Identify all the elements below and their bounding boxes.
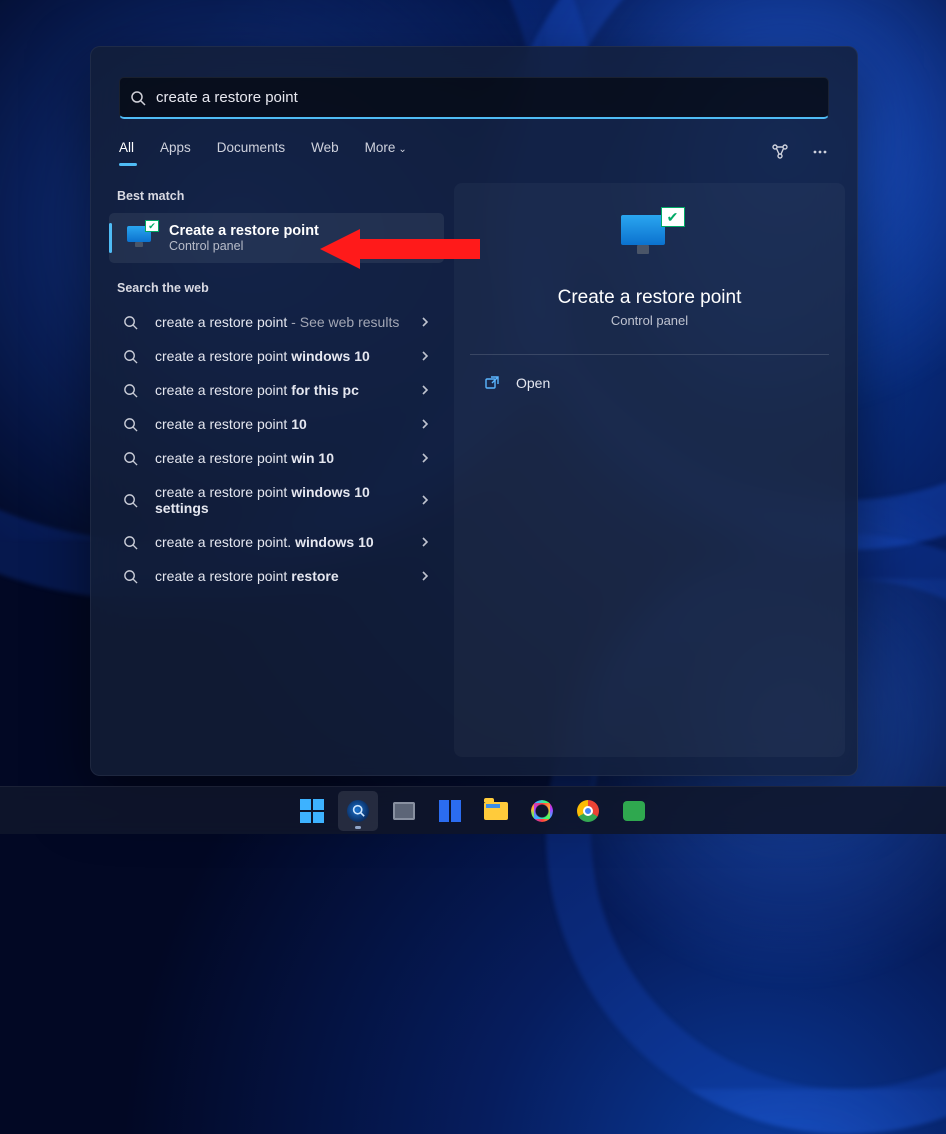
web-result-text: create a restore point. windows 10 [155,534,420,550]
detail-pane: ✔ Create a restore point Control panel O… [454,183,845,757]
search-web-label: Search the web [109,263,444,305]
tab-apps[interactable]: Apps [160,140,191,165]
chevron-right-icon [420,453,430,463]
chevron-right-icon [420,351,430,361]
open-label: Open [516,375,550,391]
start-search-panel: All Apps Documents Web More⌄ Best match [90,46,858,776]
chevron-right-icon [420,537,430,547]
restore-point-icon: ✔ [127,226,155,250]
taskbar-search-button[interactable] [338,791,378,831]
search-box[interactable] [119,77,829,119]
tab-documents[interactable]: Documents [217,140,285,165]
web-result[interactable]: create a restore point windows 10 settin… [109,475,444,525]
web-result-text: create a restore point windows 10 [155,348,420,364]
divider [470,354,829,355]
web-result[interactable]: create a restore point 10 [109,407,444,441]
search-box-container [91,47,857,131]
web-result-text: create a restore point restore [155,568,420,584]
web-result[interactable]: create a restore point - See web results [109,305,444,339]
search-icon [123,315,139,330]
detail-subtitle: Control panel [611,313,688,328]
web-result[interactable]: create a restore point restore [109,559,444,593]
best-match-subtitle: Control panel [169,239,319,253]
open-action[interactable]: Open [470,365,829,401]
share-icon[interactable] [771,143,789,161]
filter-tabs: All Apps Documents Web More⌄ [91,131,857,173]
chevron-right-icon [420,419,430,429]
search-input[interactable] [156,89,818,106]
search-icon [123,383,139,398]
web-result-text: create a restore point 10 [155,416,420,432]
detail-title: Create a restore point [558,287,742,309]
search-icon [130,90,146,106]
chrome-button[interactable] [568,791,608,831]
chevron-right-icon [420,385,430,395]
web-result[interactable]: create a restore point win 10 [109,441,444,475]
search-icon [123,493,139,508]
restore-point-icon-large: ✔ [621,215,679,265]
taskbar-app-green[interactable] [614,791,654,831]
web-result[interactable]: create a restore point windows 10 [109,339,444,373]
search-icon [123,451,139,466]
tab-more[interactable]: More⌄ [365,140,407,165]
best-match-label: Best match [109,183,444,213]
task-view-button[interactable] [384,791,424,831]
web-result[interactable]: create a restore point for this pc [109,373,444,407]
taskbar-app-panels[interactable] [430,791,470,831]
file-explorer-button[interactable] [476,791,516,831]
open-icon [484,375,500,391]
web-result-text: create a restore point - See web results [155,314,420,330]
web-result-text: create a restore point windows 10 settin… [155,484,420,516]
web-result-text: create a restore point win 10 [155,450,420,466]
search-icon [123,417,139,432]
chevron-right-icon [420,571,430,581]
chevron-right-icon [420,495,430,505]
best-match-title: Create a restore point [169,223,319,239]
search-icon [123,349,139,364]
tab-web[interactable]: Web [311,140,339,165]
best-match-result[interactable]: ✔ Create a restore point Control panel [109,213,444,263]
web-result[interactable]: create a restore point. windows 10 [109,525,444,559]
web-result-text: create a restore point for this pc [155,382,420,398]
more-options-icon[interactable] [811,143,829,161]
search-icon [123,535,139,550]
chevron-down-icon: ⌄ [398,144,406,155]
search-icon [123,569,139,584]
chevron-right-icon [420,317,430,327]
taskbar-app-ring[interactable] [522,791,562,831]
tab-all[interactable]: All [119,140,134,165]
taskbar [0,786,946,834]
start-button[interactable] [292,791,332,831]
